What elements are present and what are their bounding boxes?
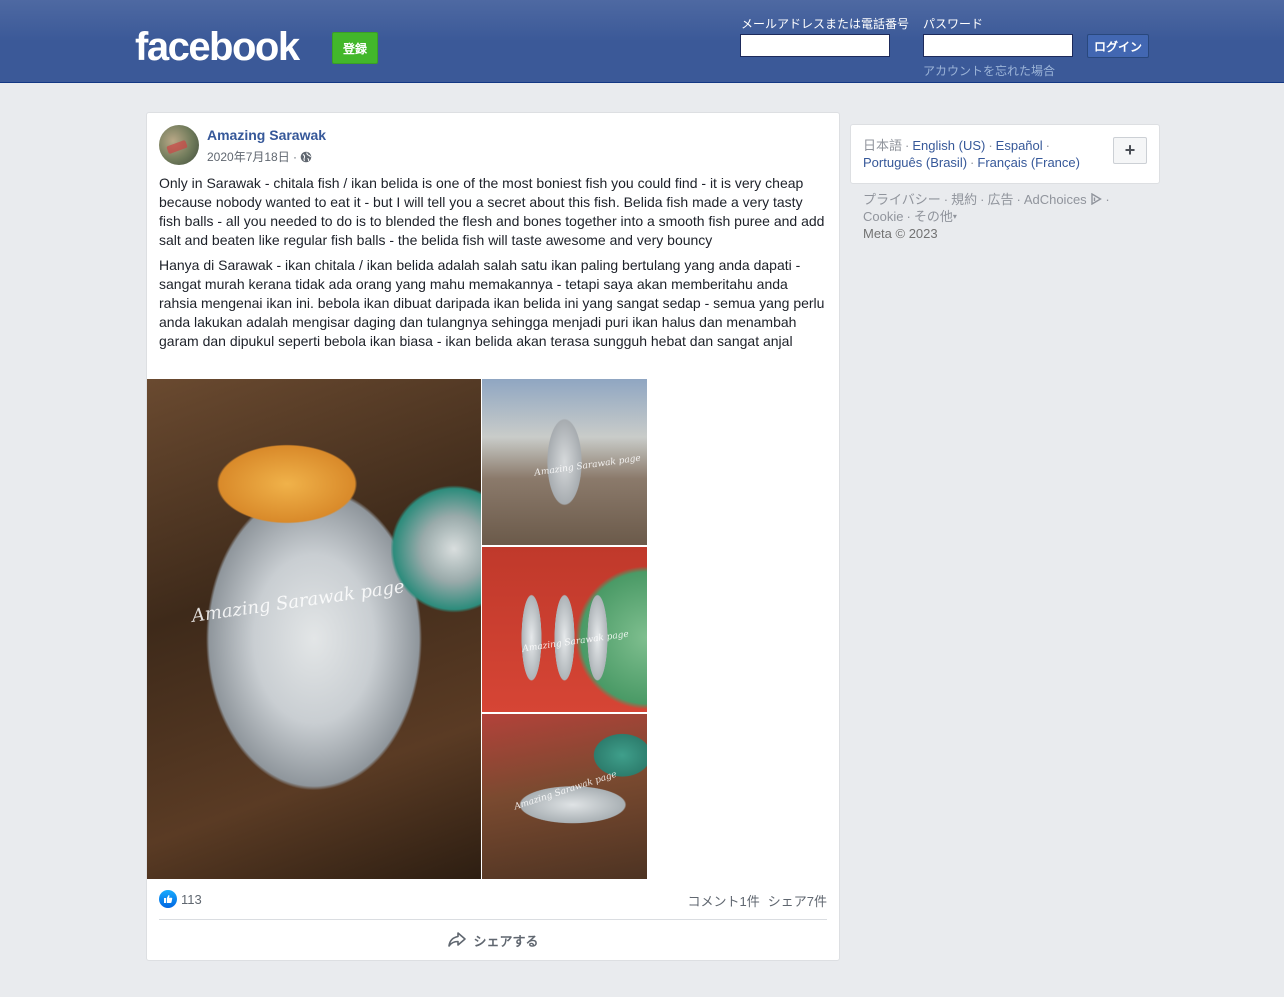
copyright: Meta © 2023: [863, 226, 938, 241]
password-input[interactable]: [923, 34, 1073, 57]
thumbs-up-icon: [164, 895, 173, 903]
facebook-logo[interactable]: facebook: [135, 25, 300, 69]
post-photo-main[interactable]: Amazing Sarawak page: [147, 379, 481, 879]
post-stats: コメント1件 シェア7件: [688, 891, 827, 910]
divider: [159, 919, 827, 920]
share-button[interactable]: シェアする: [159, 923, 827, 957]
post-meta: 2020年7月18日 ·: [207, 148, 312, 165]
footer-terms-link[interactable]: 規約: [951, 192, 977, 207]
footer-adchoices-link[interactable]: AdChoices: [1024, 192, 1087, 207]
language-french[interactable]: Français (France): [977, 155, 1080, 170]
email-input[interactable]: [740, 34, 890, 57]
email-label: メールアドレスまたは電話番号: [741, 17, 910, 31]
page-name-link[interactable]: Amazing Sarawak: [207, 127, 326, 143]
footer-more-link[interactable]: その他▾: [914, 209, 957, 224]
post-text-malay: Hanya di Sarawak - ikan chitala / ikan b…: [159, 257, 825, 349]
share-count[interactable]: シェア7件: [768, 891, 827, 910]
password-label: パスワード: [923, 17, 984, 31]
globe-icon: [300, 151, 312, 162]
login-button[interactable]: ログイン: [1087, 34, 1149, 58]
footer-links: プライバシー · 規約 · 広告 · AdChoices · Cookie · その他▾ Met…: [863, 192, 1110, 241]
language-list: 日本語 · English (US) · Español · Português (Bra…: [863, 138, 1080, 170]
post-text-english: Only in Sarawak - chitala fish / ikan be…: [159, 175, 825, 248]
more-languages-button[interactable]: +: [1113, 137, 1147, 164]
language-spanish[interactable]: Español: [996, 138, 1043, 153]
footer-privacy-link[interactable]: プライバシー: [863, 192, 941, 207]
comment-count[interactable]: コメント1件: [688, 891, 760, 910]
language-selector: 日本語 · English (US) · Español · Português (Bra…: [850, 124, 1160, 184]
adchoices-icon: [1091, 192, 1103, 206]
photo-watermark: Amazing Sarawak page: [521, 629, 630, 655]
share-arrow-icon: [448, 932, 467, 947]
post-card: Amazing Sarawak 2020年7月18日 · Only in Sar…: [146, 112, 840, 961]
photo-watermark: Amazing Sarawak page: [533, 453, 642, 479]
language-english[interactable]: English (US): [912, 138, 985, 153]
photo-watermark: Amazing Sarawak page: [513, 769, 619, 813]
footer-more-label: その他: [913, 209, 953, 224]
language-portuguese[interactable]: Português (Brasil): [863, 155, 967, 170]
post-date[interactable]: 2020年7月18日 ·: [207, 148, 297, 165]
footer-ads-link[interactable]: 広告: [987, 192, 1013, 207]
like-count[interactable]: 113: [181, 892, 202, 907]
page-avatar[interactable]: [159, 125, 199, 165]
footer-cookie-link[interactable]: Cookie: [863, 209, 903, 224]
photo-watermark: Amazing Sarawak page: [190, 576, 406, 627]
caret-down-icon: ▾: [952, 212, 957, 221]
signup-button[interactable]: 登録: [332, 32, 378, 64]
top-navigation-bar: facebook 登録 メールアドレスまたは電話番号 パスワード ログイン アカ…: [0, 0, 1284, 83]
post-photo-4[interactable]: Amazing Sarawak page: [482, 714, 647, 879]
current-language: 日本語: [863, 138, 903, 153]
share-button-label: シェアする: [473, 933, 539, 949]
like-reaction-icon[interactable]: [159, 890, 177, 908]
post-photo-3[interactable]: Amazing Sarawak page: [482, 547, 647, 712]
post-photo-2[interactable]: Amazing Sarawak page: [482, 379, 647, 545]
forgot-account-link[interactable]: アカウントを忘れた場合: [923, 62, 1055, 79]
